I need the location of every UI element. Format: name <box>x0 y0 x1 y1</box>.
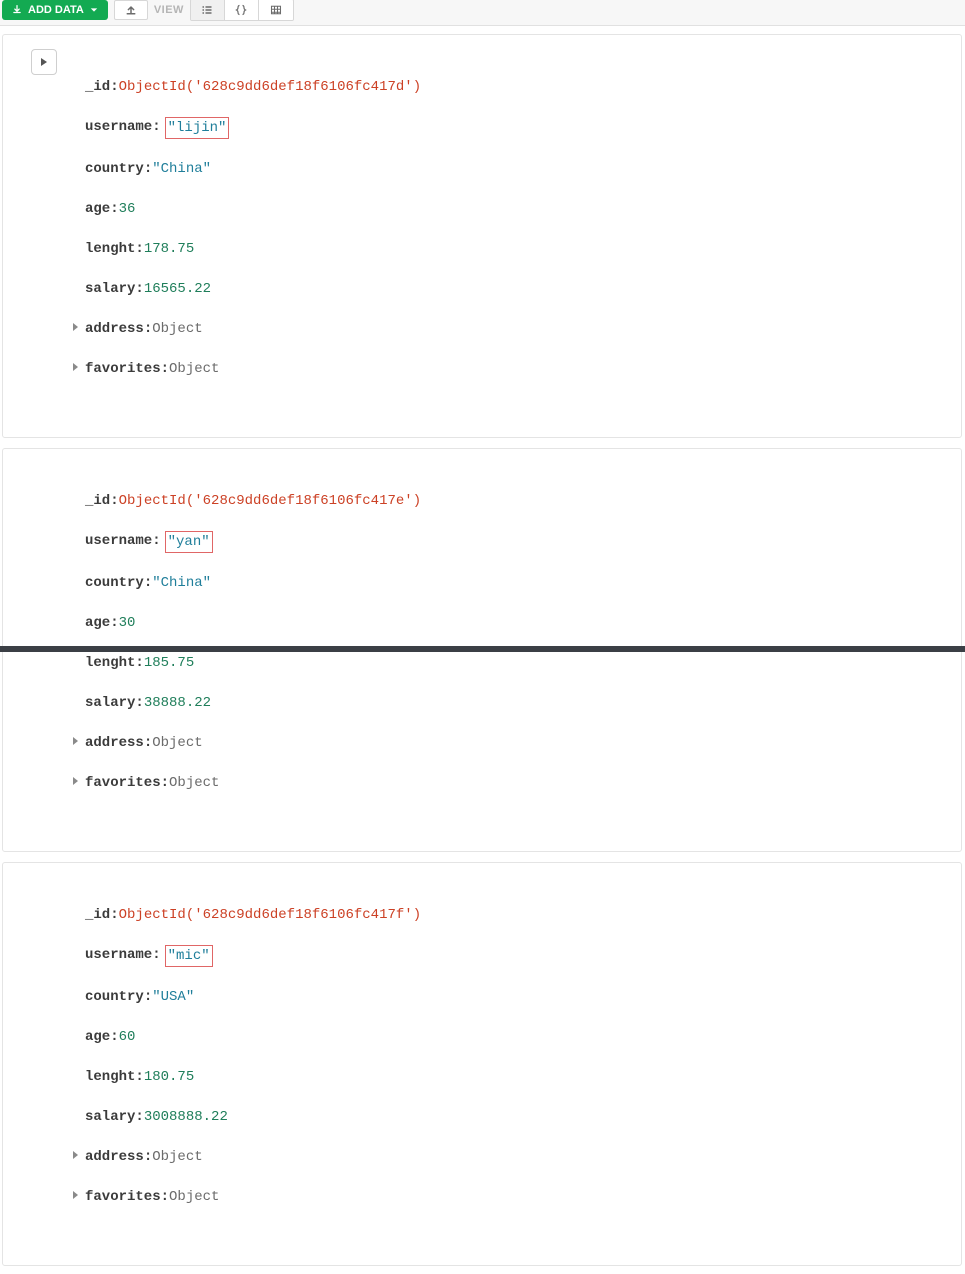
field-key: lenght <box>85 1067 135 1087</box>
play-icon <box>39 57 49 67</box>
field-value: 180.75 <box>144 1067 194 1087</box>
view-table-button[interactable] <box>259 0 293 20</box>
objectid-fn: ObjectId( <box>119 905 195 925</box>
document-body: _id: ObjectId('628c9dd6def18f6106fc417d'… <box>85 57 941 419</box>
objectid-fn: ObjectId( <box>119 491 195 511</box>
field-key: _id <box>85 77 110 97</box>
view-json-button[interactable] <box>225 0 259 20</box>
expand-button[interactable] <box>31 49 57 75</box>
document-body: _id: ObjectId('628c9dd6def18f6106fc417e'… <box>85 471 941 833</box>
view-switcher <box>190 0 294 21</box>
field-value: 38888.22 <box>144 693 211 713</box>
chevron-right-icon[interactable] <box>71 362 81 372</box>
highlight-box: "mic" <box>165 945 213 967</box>
field-key: country <box>85 987 144 1007</box>
objectid-value: '628c9dd6def18f6106fc417e' <box>194 491 412 511</box>
list-icon <box>201 4 213 16</box>
field-value: 185.75 <box>144 653 194 673</box>
field-value: 36 <box>119 199 136 219</box>
chevron-right-icon[interactable] <box>71 776 81 786</box>
field-value: Object <box>169 359 219 379</box>
field-value: "China" <box>152 573 211 593</box>
field-value: Object <box>152 319 202 339</box>
field-key: _id <box>85 491 110 511</box>
document-body: _id: ObjectId('628c9dd6def18f6106fc417f'… <box>85 885 941 1247</box>
add-data-label: ADD DATA <box>28 4 84 16</box>
braces-icon <box>235 4 247 16</box>
field-value: "lijin" <box>168 120 227 136</box>
field-value: Object <box>152 1147 202 1167</box>
add-data-button[interactable]: ADD DATA <box>2 0 108 20</box>
objectid-value: '628c9dd6def18f6106fc417f' <box>194 905 412 925</box>
import-button[interactable] <box>114 0 148 20</box>
chevron-right-icon[interactable] <box>71 736 81 746</box>
document-card: _id: ObjectId('628c9dd6def18f6106fc417d'… <box>2 34 962 438</box>
field-key: age <box>85 199 110 219</box>
field-key: username <box>85 531 152 553</box>
field-value: Object <box>169 773 219 793</box>
field-key: address <box>85 1147 144 1167</box>
field-key: favorites <box>85 359 161 379</box>
field-key: _id <box>85 905 110 925</box>
field-value: Object <box>152 733 202 753</box>
objectid-fn: ObjectId( <box>119 77 195 97</box>
field-key: age <box>85 1027 110 1047</box>
field-value: 3008888.22 <box>144 1107 228 1127</box>
field-value: 30 <box>119 613 136 633</box>
field-key: lenght <box>85 653 135 673</box>
field-key: address <box>85 733 144 753</box>
field-value: "China" <box>152 159 211 179</box>
download-icon <box>12 5 22 15</box>
view-list-button[interactable] <box>191 0 225 20</box>
chevron-right-icon[interactable] <box>71 1150 81 1160</box>
toolbar: ADD DATA VIEW <box>0 0 965 26</box>
field-key: username <box>85 117 152 139</box>
chevron-right-icon[interactable] <box>71 1190 81 1200</box>
bottom-bar <box>0 646 965 652</box>
field-key: country <box>85 573 144 593</box>
field-value: "yan" <box>168 534 210 550</box>
field-value: 60 <box>119 1027 136 1047</box>
caret-down-icon <box>90 6 98 14</box>
objectid-value: '628c9dd6def18f6106fc417d' <box>194 77 412 97</box>
document-card: _id: ObjectId('628c9dd6def18f6106fc417f'… <box>2 862 962 1266</box>
field-value: 16565.22 <box>144 279 211 299</box>
field-key: age <box>85 613 110 633</box>
field-key: address <box>85 319 144 339</box>
field-key: salary <box>85 693 135 713</box>
field-value: "mic" <box>168 948 210 964</box>
field-value: "USA" <box>152 987 194 1007</box>
upload-icon <box>125 4 137 16</box>
view-label: VIEW <box>154 4 184 16</box>
field-key: lenght <box>85 239 135 259</box>
field-value: Object <box>169 1187 219 1207</box>
field-key: favorites <box>85 1187 161 1207</box>
field-key: country <box>85 159 144 179</box>
expand-doc[interactable] <box>31 49 57 75</box>
objectid-close: ) <box>413 491 421 511</box>
chevron-right-icon[interactable] <box>71 322 81 332</box>
objectid-close: ) <box>413 905 421 925</box>
table-icon <box>270 4 282 16</box>
field-key: salary <box>85 279 135 299</box>
highlight-box: "yan" <box>165 531 213 553</box>
objectid-close: ) <box>413 77 421 97</box>
field-key: username <box>85 945 152 967</box>
highlight-box: "lijin" <box>165 117 230 139</box>
field-value: 178.75 <box>144 239 194 259</box>
field-key: salary <box>85 1107 135 1127</box>
field-key: favorites <box>85 773 161 793</box>
